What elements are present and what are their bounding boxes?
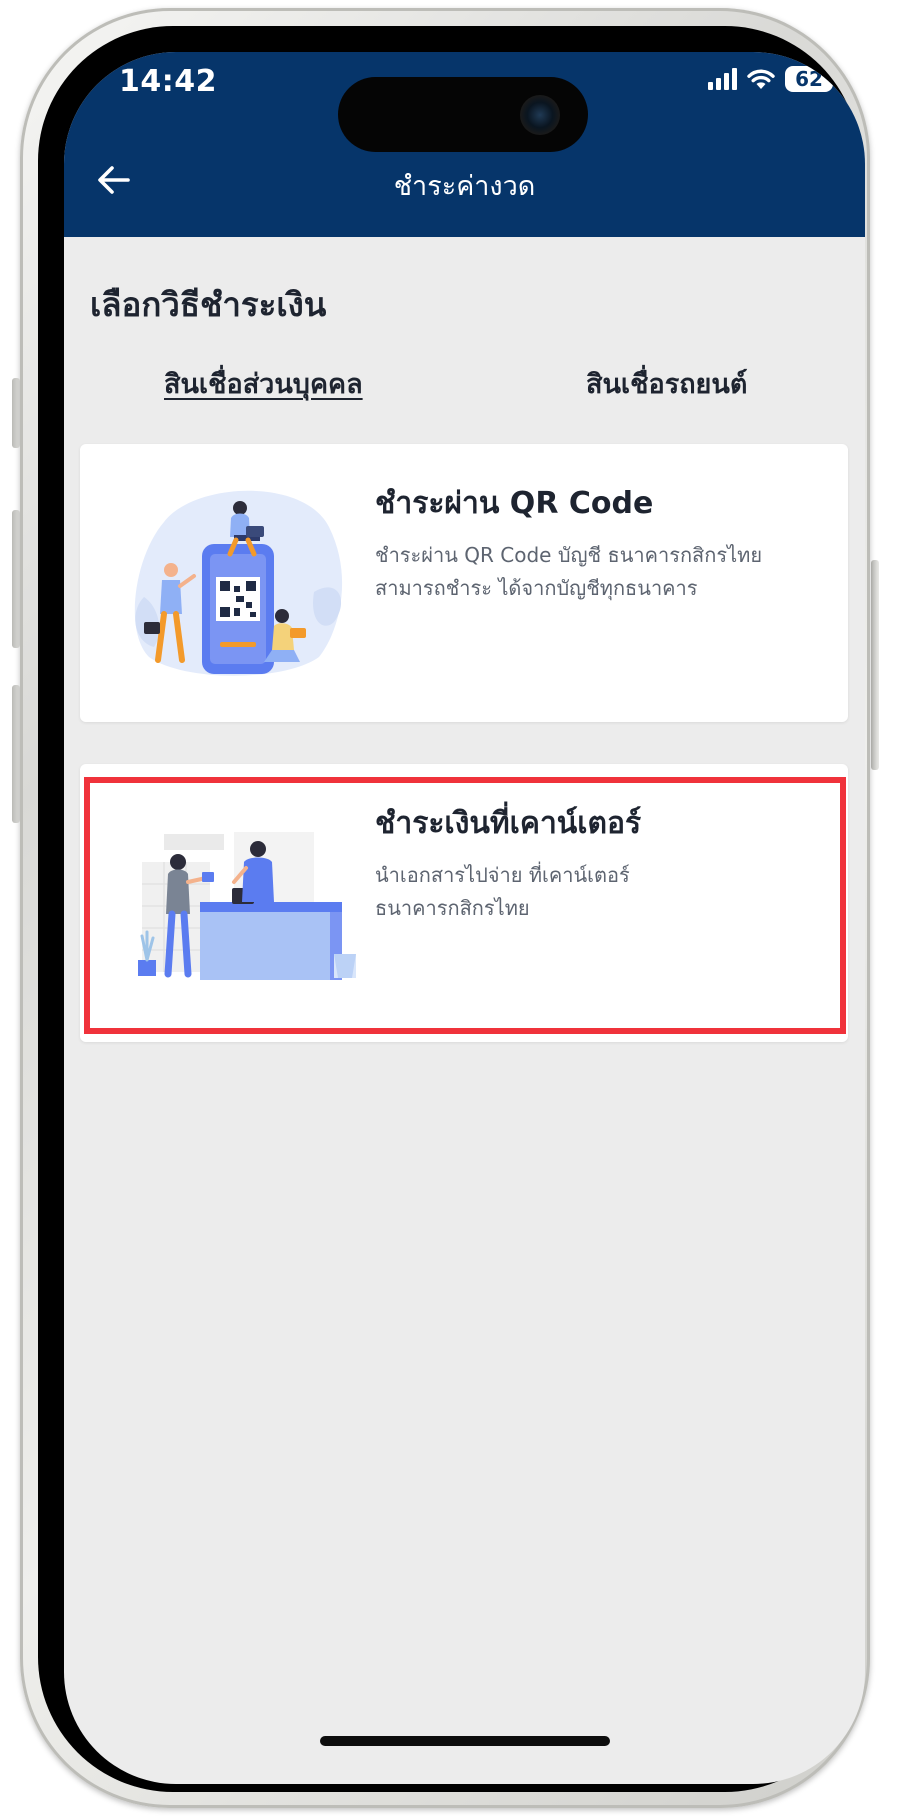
side-button-volume-up [12, 510, 20, 648]
side-button-volume-down [12, 685, 20, 823]
camera-icon [520, 95, 560, 135]
counter-option-description: นำเอกสารไปจ่าย ที่เคาน์เตอร์ ธนาคารกสิกร… [375, 863, 630, 920]
cellular-signal-icon [708, 68, 737, 90]
tab-personal-loan[interactable]: สินเชื่อส่วนบุคคล [164, 362, 363, 405]
bank-counter-illustration [138, 832, 356, 980]
tab-car-loan[interactable]: สินเชื่อรถยนต์ [586, 362, 747, 405]
section-title: เลือกวิธีชำระเงิน [90, 285, 327, 324]
phone-device: 14:42 62 ชำระค่างวด เลือกวิธีชำระเงิน สิ… [0, 0, 899, 1819]
header-title: ชำระค่างวด [393, 171, 536, 202]
status-indicators: 62 [708, 66, 833, 92]
counter-option-title: ชำระเงินที่เคาน์เตอร์ [375, 806, 642, 841]
payment-option-qr[interactable]: ชำระผ่าน QR Code ชำระผ่าน QR Code บัญชี … [80, 444, 848, 722]
app-header: 14:42 62 ชำระค่างวด [64, 52, 865, 237]
payment-option-counter[interactable]: ชำระเงินที่เคาน์เตอร์ นำเอกสารไปจ่าย ที่… [80, 764, 848, 1042]
qr-option-description: ชำระผ่าน QR Code บัญชี ธนาคารกสิกรไทย สา… [375, 543, 763, 600]
battery-indicator: 62 [785, 66, 833, 92]
qr-option-title: ชำระผ่าน QR Code [375, 486, 654, 521]
side-button-action [12, 378, 20, 448]
qr-payment-illustration [134, 490, 343, 676]
home-indicator[interactable] [320, 1736, 610, 1746]
wifi-icon [747, 69, 775, 89]
status-time: 14:42 [119, 64, 217, 99]
screen: 14:42 62 ชำระค่างวด เลือกวิธีชำระเงิน สิ… [64, 52, 865, 1784]
side-button-power [871, 560, 879, 770]
